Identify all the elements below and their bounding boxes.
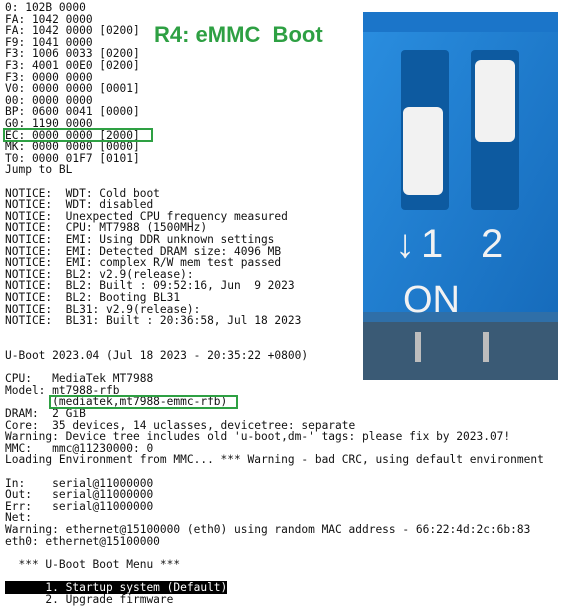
console-line: 0: 102B 0000 <box>5 1 86 14</box>
console-line: DRAM: 2 GiB <box>5 407 86 420</box>
pin <box>415 332 421 362</box>
console-line-uboot-version: U-Boot 2023.04 (Jul 18 2023 - 20:35:22 +… <box>5 349 309 362</box>
model-compatible-highlight-box <box>49 395 238 409</box>
ec-line-highlight-box <box>3 128 153 142</box>
switch-1-label: 1 <box>421 222 443 266</box>
dip-switch-photo: ↓ 1 2 ON <box>363 12 558 380</box>
pcb-board <box>363 317 558 380</box>
console-line: Loading Environment from MMC... *** Warn… <box>5 453 544 467</box>
switch-2-toggle <box>475 60 515 142</box>
console-line: NOTICE: BL2: Booting BL31 <box>5 291 181 304</box>
switch-2-label: 2 <box>481 222 503 266</box>
pin <box>483 332 489 362</box>
console-line: Jump to BL <box>5 163 73 177</box>
console-line: F3: 4001 00E0 [0200] <box>5 59 140 72</box>
console-line: NOTICE: EMI: Using DDR unknown settings <box>5 233 275 246</box>
boot-menu-item-upgrade[interactable]: 2. Upgrade firmware <box>5 593 173 606</box>
boot-menu-title: *** U-Boot Boot Menu *** <box>5 557 181 571</box>
console-line: eth0: ethernet@15100000 <box>5 534 160 548</box>
console-line: NOTICE: BL31: Built : 20:36:58, Jul 18 2… <box>5 314 302 328</box>
console-line: Warning: ethernet@15100000 (eth0) using … <box>5 523 531 536</box>
switch-1-arrow: ↓ <box>395 222 415 266</box>
switch-1-toggle <box>403 107 443 195</box>
overlay-title: R4: eMMC Boot <box>154 22 323 47</box>
boot-menu-item-startup[interactable]: 1. Startup system (Default) <box>5 581 228 594</box>
on-label: ON <box>403 279 460 321</box>
